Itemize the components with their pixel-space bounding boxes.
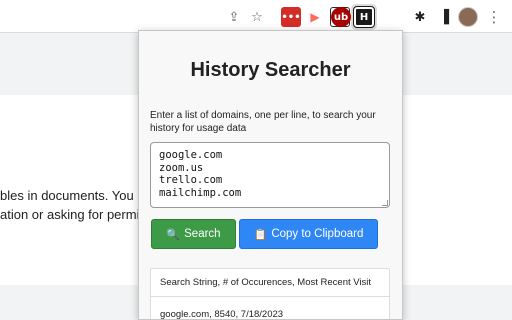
copy-button-label: Copy to Clipboard bbox=[271, 228, 364, 240]
results-divider bbox=[151, 296, 389, 297]
page-text-line-1: bles in documents. You n bbox=[0, 188, 145, 203]
history-searcher-popup: History Searcher Enter a list of domains… bbox=[138, 30, 403, 320]
popup-title: History Searcher bbox=[190, 59, 351, 81]
clipboard-icon: 📋 bbox=[253, 227, 268, 241]
history-searcher-extension-icon[interactable]: H bbox=[353, 6, 375, 28]
search-button[interactable]: 🔍 Search bbox=[151, 219, 236, 249]
star-icon[interactable]: ☆ bbox=[247, 7, 267, 27]
copy-to-clipboard-button[interactable]: 📋 Copy to Clipboard bbox=[239, 219, 378, 249]
lastpass-extension-icon[interactable]: ••• bbox=[281, 7, 301, 27]
avatar[interactable] bbox=[458, 7, 478, 27]
textarea-resize-handle[interactable] bbox=[382, 200, 388, 206]
result-row: google.com, 8540, 7/18/2023 bbox=[160, 309, 284, 320]
share-icon[interactable]: ⇪ bbox=[224, 7, 244, 27]
screencast-extension-icon[interactable]: ▶ bbox=[305, 7, 325, 27]
domains-textarea[interactable]: google.com zoom.us trello.com mailchimp.… bbox=[150, 142, 390, 208]
results-header: Search String, # of Occurences, Most Rec… bbox=[160, 277, 372, 288]
puzzle-icon[interactable]: ✱ bbox=[410, 7, 430, 27]
page-text-line-2: ation or asking for permis bbox=[0, 207, 146, 222]
kebab-menu-icon[interactable]: ⋮ bbox=[484, 7, 504, 27]
search-button-label: Search bbox=[184, 228, 221, 240]
instructions-text: Enter a list of domains, one per line, t… bbox=[150, 110, 376, 134]
sidepanel-icon[interactable]: ▐ bbox=[434, 7, 454, 27]
ublock-extension-icon[interactable]: ub bbox=[331, 7, 351, 27]
results-panel: Search String, # of Occurences, Most Rec… bbox=[150, 268, 390, 320]
magnifier-icon: 🔍 bbox=[166, 227, 181, 241]
